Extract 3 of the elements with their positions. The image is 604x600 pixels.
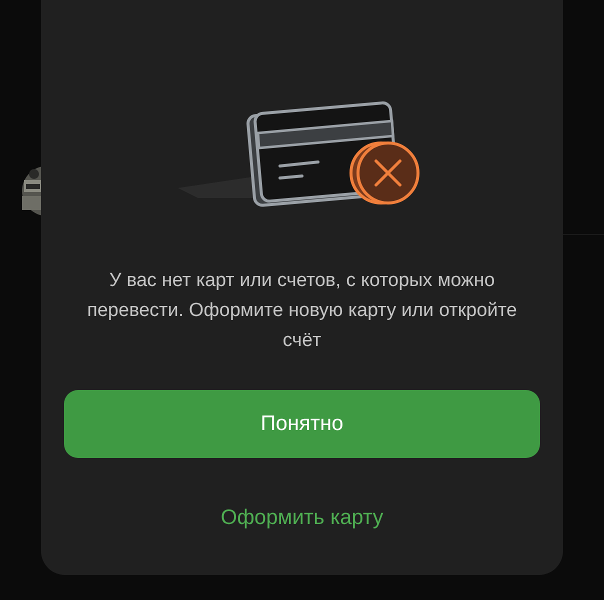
message-text: У вас нет карт или счетов, с которых можно перевести. Оформите новую карту или откройте счёт	[86, 269, 518, 353]
issue-card-link[interactable]: Оформить карту	[220, 502, 384, 534]
understood-button[interactable]: Понятно	[64, 390, 540, 458]
